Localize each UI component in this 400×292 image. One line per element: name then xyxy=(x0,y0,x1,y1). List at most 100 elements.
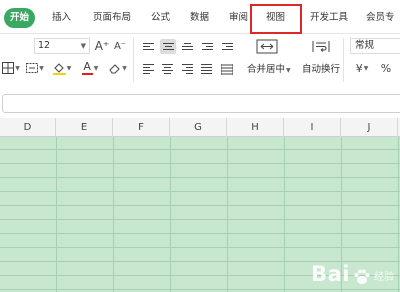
eraser-icon xyxy=(109,64,120,74)
column-gridline xyxy=(170,137,171,292)
row-gridline xyxy=(0,177,400,178)
tab-developer-tools[interactable]: 开发工具 xyxy=(310,8,348,28)
align-bottom-button[interactable] xyxy=(180,39,195,54)
column-gridline xyxy=(284,137,285,292)
column-gridline xyxy=(227,137,228,292)
align-right-button[interactable] xyxy=(180,61,195,76)
align-right-icon xyxy=(182,63,193,75)
increase-indent-icon xyxy=(221,41,233,53)
align-center-icon xyxy=(162,63,173,75)
formula-bar-area xyxy=(0,86,400,118)
chevron-down-icon: ▼ xyxy=(363,64,369,72)
align-left-button[interactable] xyxy=(141,61,156,76)
column-header-g[interactable]: G xyxy=(170,118,227,137)
cell-style-button[interactable]: ▼ xyxy=(24,60,46,76)
fill-color-button[interactable]: ▼ xyxy=(50,60,74,76)
row-gridline xyxy=(0,205,400,206)
tab-insert[interactable]: 插入 xyxy=(52,8,71,28)
wrap-text-label[interactable]: 自动换行 xyxy=(302,61,340,75)
currency-icon: ¥ xyxy=(355,61,363,75)
tab-member[interactable]: 会员专 xyxy=(366,8,395,28)
clear-button[interactable]: ▼ xyxy=(106,60,130,76)
number-format-value: 常规 xyxy=(355,40,375,51)
chevron-down-icon: ▼ xyxy=(286,67,291,74)
font-color-swatch xyxy=(81,73,93,75)
chevron-down-icon: ▼ xyxy=(15,64,20,72)
column-header-i[interactable]: I xyxy=(284,118,341,137)
merge-center-label: 合并居中 xyxy=(247,64,286,75)
borders-button[interactable]: ▼ xyxy=(0,60,22,76)
align-top-icon xyxy=(143,41,154,53)
toolbar-divider xyxy=(343,38,344,82)
column-header-j[interactable]: J xyxy=(341,118,398,137)
chevron-down-icon: ▼ xyxy=(122,64,127,72)
merge-center-label-button[interactable]: 合并居中▼ xyxy=(247,61,291,75)
tab-review[interactable]: 审阅 xyxy=(229,8,248,28)
column-gridline xyxy=(398,137,399,292)
borders-icon xyxy=(2,62,15,74)
row-gridline xyxy=(0,163,400,164)
chevron-down-icon: ▼ xyxy=(66,64,72,72)
wrap-text-button[interactable] xyxy=(308,37,334,55)
tab-page-layout[interactable]: 页面布局 xyxy=(93,8,131,28)
distributed-align-icon xyxy=(220,63,233,75)
align-center-button[interactable] xyxy=(160,61,175,76)
paw-logo-icon xyxy=(354,269,370,284)
row-gridline xyxy=(0,233,400,234)
row-gridline xyxy=(0,289,400,290)
increase-indent-button[interactable] xyxy=(219,39,235,54)
row-gridline xyxy=(0,247,400,248)
ribbon-toolbar: 12 ▼ A⁺ A⁻ 常规 ▼ ▼ ▼ A ▼ ▼ 合并居中▼ 自动换行 ¥ ▼… xyxy=(0,34,400,86)
spreadsheet-grid: D E F G H I J Bai 经验 xyxy=(0,118,400,292)
formula-input[interactable] xyxy=(2,94,400,113)
font-size-select[interactable]: 12 ▼ xyxy=(34,38,90,54)
row-gridline xyxy=(0,219,400,220)
watermark-suffix: 经验 xyxy=(374,272,394,283)
align-left-icon xyxy=(143,63,154,75)
column-header-e[interactable]: E xyxy=(56,118,113,137)
number-format-select[interactable]: 常规 xyxy=(350,38,400,54)
row-gridline xyxy=(0,191,400,192)
font-color-button[interactable]: A ▼ xyxy=(78,60,102,76)
column-gridline xyxy=(56,137,57,292)
tab-formulas[interactable]: 公式 xyxy=(151,8,170,28)
column-gridline xyxy=(113,137,114,292)
align-middle-button[interactable] xyxy=(160,39,176,54)
decrease-indent-button[interactable] xyxy=(199,39,215,54)
tab-data[interactable]: 数据 xyxy=(190,8,209,28)
column-header-d[interactable]: D xyxy=(0,118,56,137)
view-tab-highlight-box xyxy=(250,4,302,34)
paint-bucket-icon xyxy=(52,62,66,75)
toolbar-divider xyxy=(133,38,134,82)
distributed-align-button[interactable] xyxy=(219,61,234,76)
tab-home[interactable]: 开始 xyxy=(4,8,36,28)
font-size-value: 12 xyxy=(38,40,51,51)
shrink-font-icon: A⁻ xyxy=(113,40,127,52)
cell-style-icon xyxy=(26,63,39,73)
justify-icon xyxy=(201,63,212,75)
shrink-font-button[interactable]: A⁻ xyxy=(112,38,128,54)
align-bottom-icon xyxy=(182,41,193,53)
ribbon-tab-bar: 开始 插入 页面布局 公式 数据 审阅 视图 开发工具 会员专 xyxy=(0,0,400,34)
currency-format-button[interactable]: ¥ ▼ xyxy=(352,60,372,76)
percent-format-button[interactable]: % xyxy=(378,60,394,76)
column-header-h[interactable]: H xyxy=(227,118,284,137)
baidu-jingyan-watermark: Bai 经验 xyxy=(311,262,394,286)
justify-button[interactable] xyxy=(199,61,214,76)
grow-font-button[interactable]: A⁺ xyxy=(94,38,110,54)
watermark-text: Bai xyxy=(311,262,350,286)
align-middle-icon xyxy=(162,41,174,53)
merge-center-button[interactable] xyxy=(254,37,280,55)
percent-icon: % xyxy=(380,61,392,75)
row-gridline xyxy=(0,149,400,150)
column-header-f[interactable]: F xyxy=(113,118,170,137)
decrease-indent-icon xyxy=(201,41,213,53)
align-top-button[interactable] xyxy=(141,39,156,54)
column-header-row: D E F G H I J xyxy=(0,118,400,137)
font-color-letter: A xyxy=(83,60,91,73)
wrap-text-icon xyxy=(312,40,330,52)
grow-font-icon: A⁺ xyxy=(94,39,110,53)
chevron-down-icon: ▼ xyxy=(80,42,86,50)
merge-cells-icon xyxy=(256,39,278,53)
chevron-down-icon: ▼ xyxy=(93,64,99,72)
